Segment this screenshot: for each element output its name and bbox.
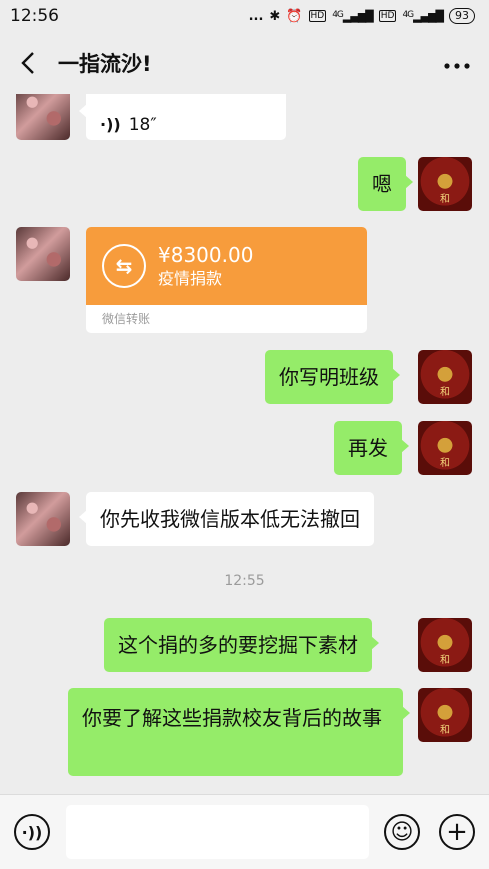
friend-avatar[interactable] — [16, 94, 70, 140]
alarm-icon: ⏰ — [286, 8, 303, 24]
message-timestamp: 12:55 — [224, 573, 265, 589]
voice-duration: 18″ — [128, 115, 157, 135]
avatar-seal-label: 和 — [440, 458, 450, 469]
plus-button[interactable]: + — [439, 814, 475, 850]
my-avatar[interactable]: 和 — [418, 688, 472, 742]
chat-title: 一指流沙! — [58, 52, 152, 76]
voice-wave-icon: ·)) — [100, 115, 121, 134]
plus-icon: + — [446, 817, 468, 847]
transfer-note: 疫情捐款 — [158, 269, 223, 288]
friend-avatar[interactable] — [16, 492, 70, 546]
transfer-footer: 微信转账 — [102, 312, 151, 326]
message-bubble-sent[interactable]: 再发 — [334, 421, 409, 475]
emoji-button[interactable]: ☺ — [384, 814, 420, 850]
message-input[interactable] — [66, 805, 369, 859]
chevron-left-icon — [21, 52, 34, 74]
input-bar: ·)) ☺ + — [0, 794, 489, 869]
emoji-icon: ☺ — [390, 819, 414, 845]
bluetooth-icon: ✱ — [269, 8, 281, 24]
voice-message-bubble[interactable]: ·)) 18″ — [79, 94, 286, 140]
message-bubble-sent[interactable]: 你要了解这些捐款校友背后的故事 — [68, 688, 410, 776]
avatar-seal-label: 和 — [440, 387, 450, 398]
my-avatar[interactable]: 和 — [418, 421, 472, 475]
voice-message: ·)) 18″ — [100, 98, 272, 140]
message-bubble-sent[interactable]: 这个捐的多的要挖掘下素材 — [104, 618, 379, 672]
signal-icon-2: 4G▂▄▆█ — [402, 9, 444, 23]
battery-indicator: 93 — [449, 8, 475, 24]
overflow-dots-icon: ... — [248, 8, 264, 24]
transfer-card-header: ⇆ ¥8300.00 疫情捐款 — [86, 227, 367, 305]
more-button[interactable] — [439, 47, 475, 80]
message-bubble-sent[interactable]: 嗯 — [358, 157, 413, 211]
hd-badge-1: HD — [308, 10, 327, 22]
transfer-exchange-icon: ⇆ — [102, 244, 146, 288]
voice-input-button[interactable]: ·)) — [14, 814, 50, 850]
back-button[interactable] — [16, 51, 40, 75]
avatar-seal-label: 和 — [440, 725, 450, 736]
voice-icon: ·)) — [21, 822, 43, 842]
transfer-amount: ¥8300.00 — [158, 243, 254, 267]
network-label-1: 4G — [332, 9, 344, 20]
hd-badge-2: HD — [378, 10, 397, 22]
avatar-seal-label: 和 — [440, 655, 450, 666]
message-bubble-received[interactable]: 你先收我微信版本低无法撤回 — [79, 492, 374, 546]
avatar-seal-label: 和 — [440, 194, 450, 205]
status-bar: 12:56 ... ✱ ⏰ HD 4G▂▄▆█ HD 4G▂▄▆█ 93 — [0, 0, 489, 32]
my-avatar[interactable]: 和 — [418, 157, 472, 211]
more-dots-icon — [444, 62, 470, 69]
status-time: 12:56 — [10, 6, 59, 26]
my-avatar[interactable]: 和 — [418, 618, 472, 672]
transfer-card[interactable]: ⇆ ¥8300.00 疫情捐款 微信转账 — [86, 227, 367, 333]
friend-avatar[interactable] — [16, 227, 70, 281]
chat-message-list[interactable]: ·)) 18″ 嗯 和 ⇆ ¥8300.00 疫情捐款 微信转账 你写明班级 和… — [0, 94, 489, 794]
message-bubble-sent[interactable]: 你写明班级 — [265, 350, 400, 404]
my-avatar[interactable]: 和 — [418, 350, 472, 404]
transfer-text: ¥8300.00 疫情捐款 — [158, 242, 253, 290]
status-icons: ... ✱ ⏰ HD 4G▂▄▆█ HD 4G▂▄▆█ 93 — [249, 8, 475, 24]
chat-header: 一指流沙! — [0, 32, 489, 94]
signal-icon-1: 4G▂▄▆█ — [332, 9, 374, 23]
network-label-2: 4G — [402, 9, 414, 20]
